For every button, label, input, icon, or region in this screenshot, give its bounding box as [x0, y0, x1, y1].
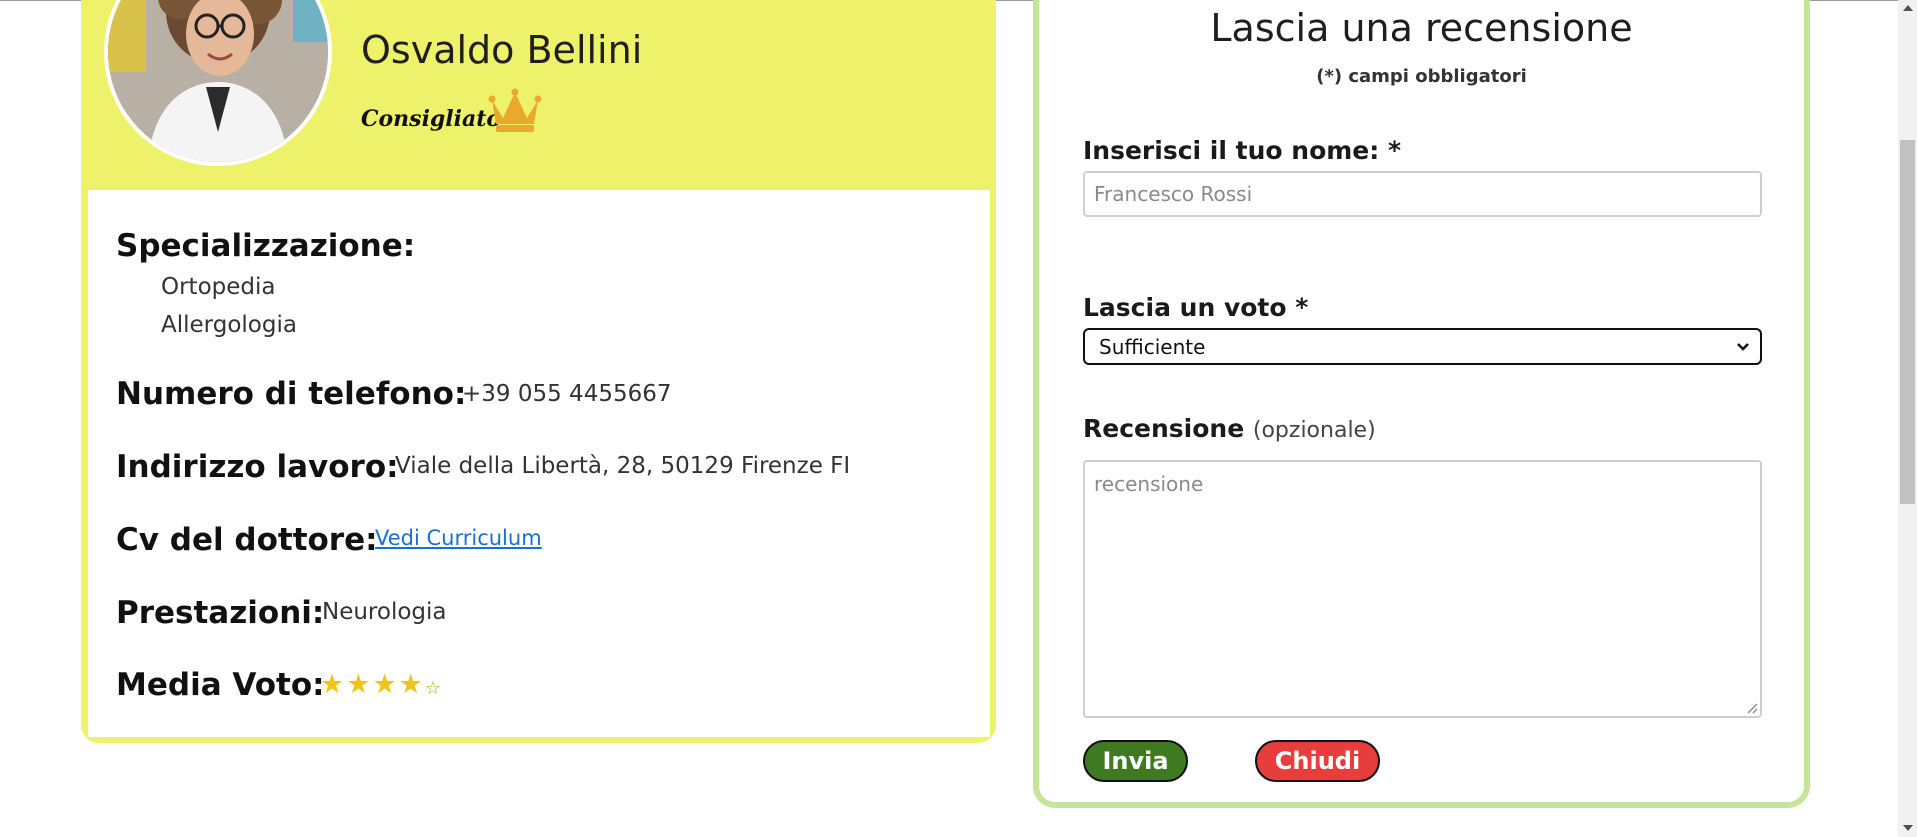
resize-grip-icon[interactable]	[1746, 702, 1758, 714]
close-button[interactable]: Chiudi	[1255, 740, 1380, 782]
star-filled-icon: ★	[398, 669, 423, 700]
phone-label: Numero di telefono:	[116, 376, 467, 412]
vote-field-label: Lascia un voto *	[1083, 293, 1309, 322]
submit-button[interactable]: Invia	[1083, 740, 1188, 782]
recommended-badge-label: Consigliato	[361, 106, 502, 132]
specialization-item: Allergologia	[161, 312, 297, 338]
scrollbar-thumb[interactable]	[1900, 140, 1915, 504]
rating-stars: ★ ★ ★ ★ ☆	[320, 670, 441, 704]
required-fields-note: (*) campi obbligatori	[1316, 66, 1527, 87]
cv-label: Cv del dottore:	[116, 522, 378, 558]
chevron-down-icon	[1737, 342, 1749, 351]
address-value: Viale della Libertà, 28, 50129 Firenze F…	[395, 453, 851, 479]
star-filled-icon: ★	[346, 669, 371, 700]
review-textarea[interactable]	[1083, 460, 1762, 718]
specialization-label: Specializzazione:	[116, 228, 416, 264]
review-optional-hint: (opzionale)	[1252, 418, 1376, 443]
vote-select[interactable]: Sufficiente	[1083, 328, 1762, 365]
scroll-up-arrow-icon[interactable]	[1901, 3, 1915, 13]
star-filled-icon: ★	[372, 669, 397, 700]
cv-link[interactable]: Vedi Curriculum	[375, 526, 542, 550]
star-filled-icon: ★	[320, 669, 345, 700]
scroll-down-arrow-icon[interactable]	[1901, 823, 1915, 833]
review-field-label: Recensione (opzionale)	[1083, 414, 1376, 443]
services-label: Prestazioni:	[116, 595, 325, 631]
address-label: Indirizzo lavoro:	[116, 449, 399, 485]
star-empty-icon: ☆	[424, 678, 442, 699]
doctor-name: Osvaldo Bellini	[361, 28, 643, 72]
specialization-item: Ortopedia	[161, 274, 276, 300]
services-value: Neurologia	[322, 599, 447, 625]
review-form-title: Lascia una recensione	[1210, 6, 1633, 50]
name-field-label: Inserisci il tuo nome: *	[1083, 136, 1402, 165]
rating-label: Media Voto:	[116, 667, 325, 703]
review-label-text: Recensione	[1083, 414, 1245, 443]
crown-icon	[488, 88, 542, 132]
vote-selected-value: Sufficiente	[1099, 334, 1206, 359]
name-input[interactable]	[1083, 171, 1762, 217]
phone-value: +39 055 4455667	[462, 381, 672, 407]
